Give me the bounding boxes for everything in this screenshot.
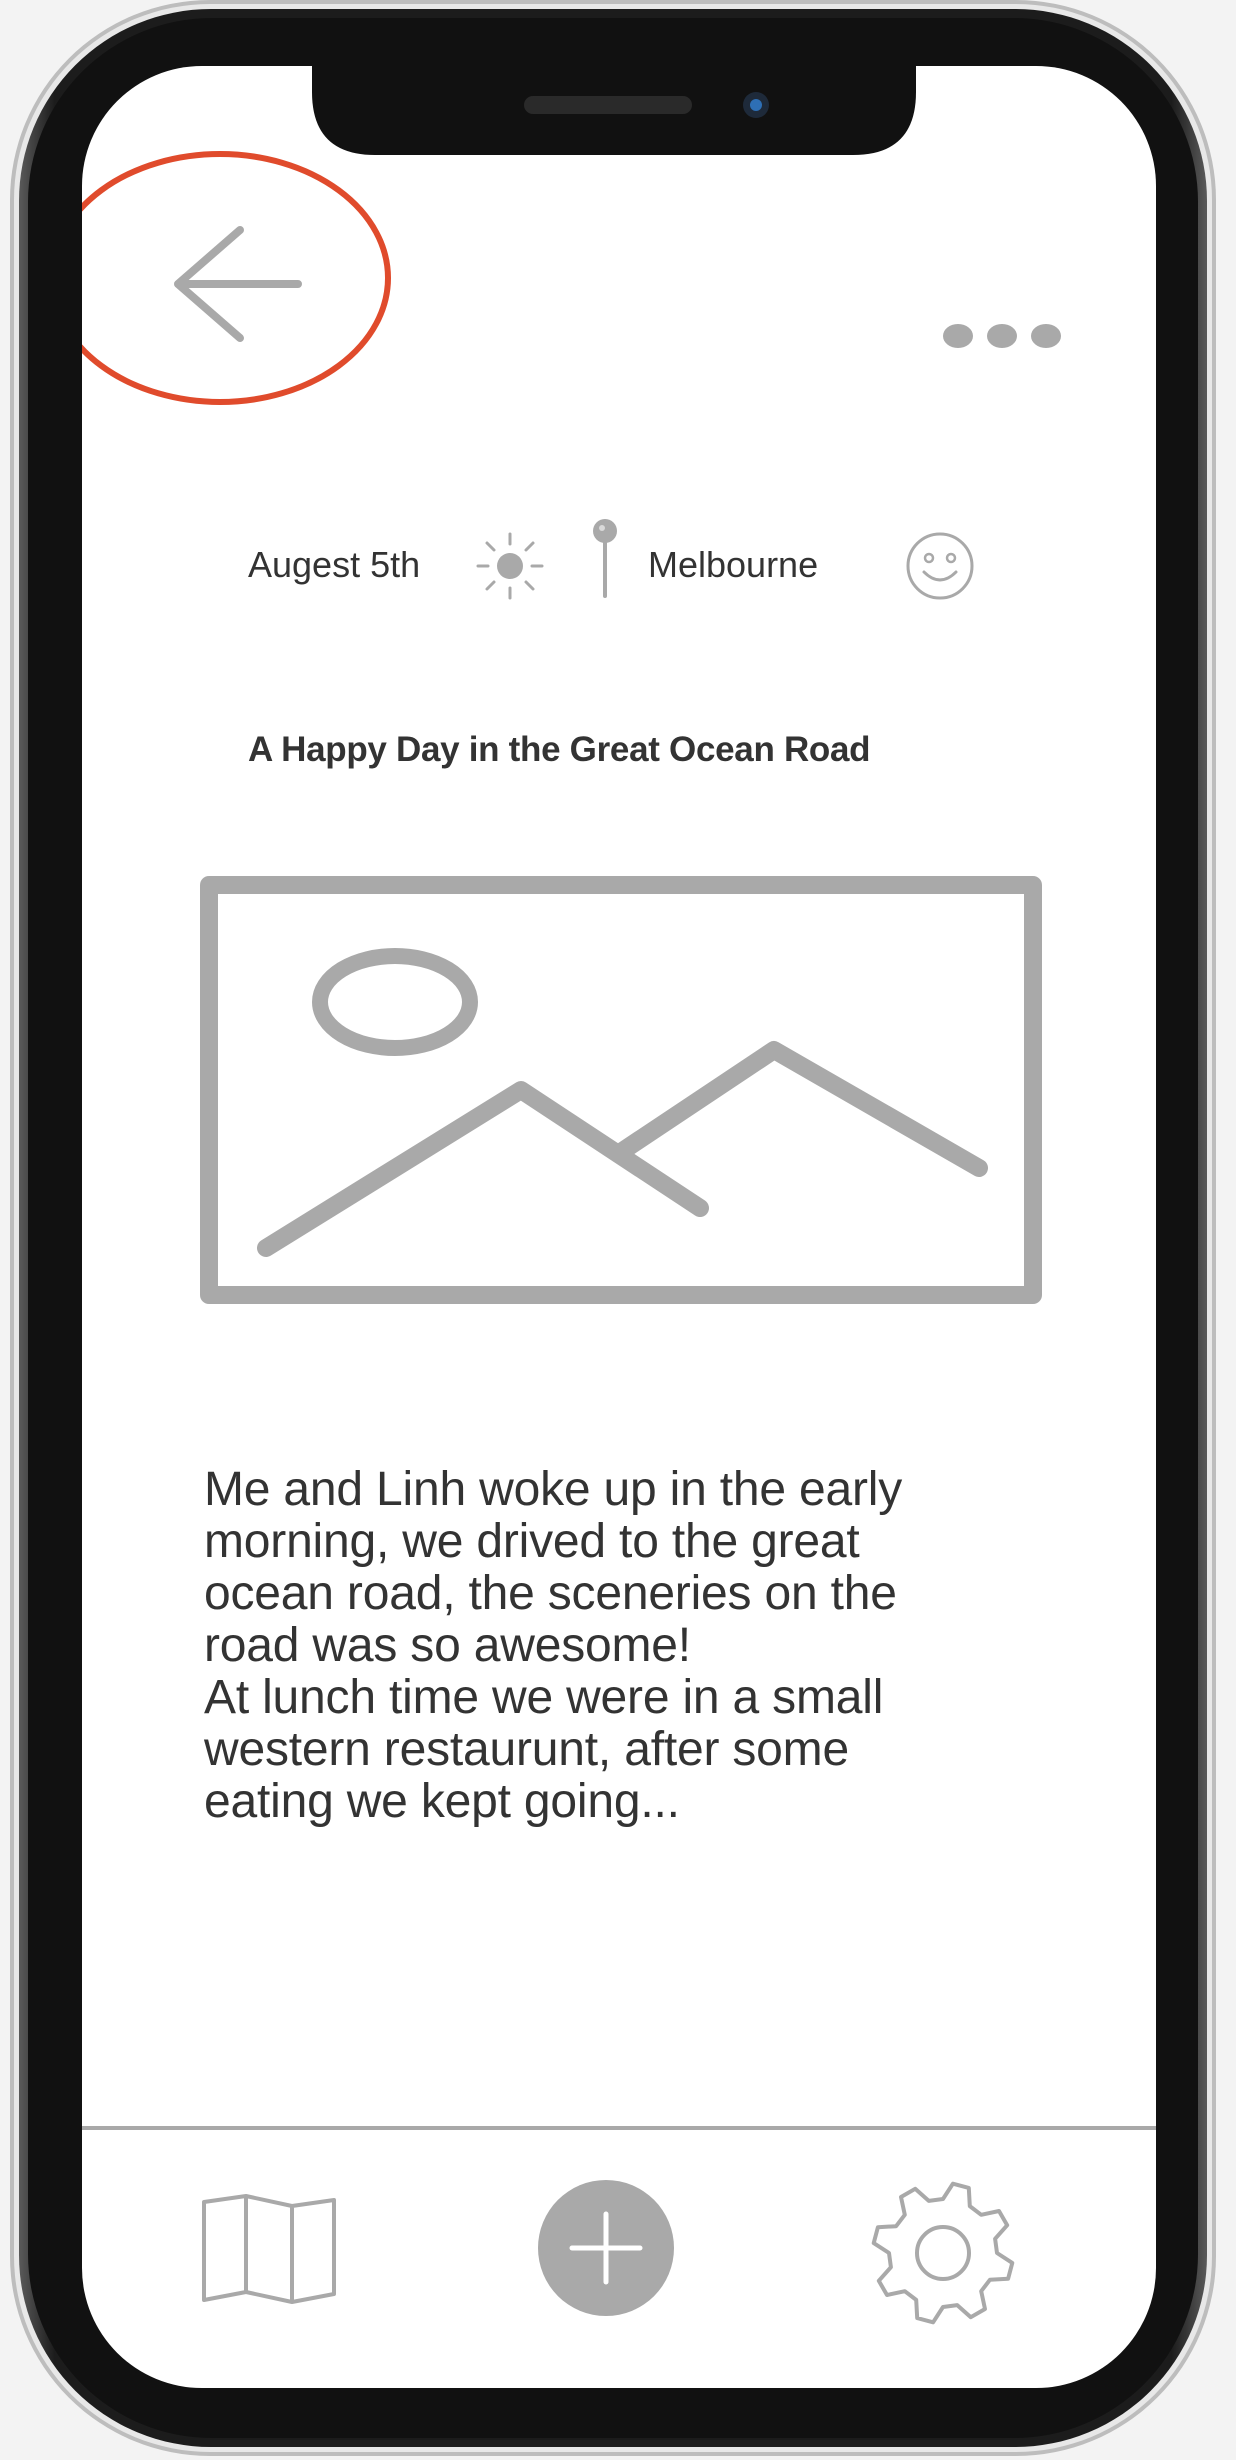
tab-map[interactable] — [200, 2194, 338, 2304]
entry-body-line: western restaurunt, after some — [204, 1723, 849, 1776]
sun-icon[interactable] — [472, 528, 548, 604]
entry-body-line: morning, we drived to the great — [204, 1515, 860, 1568]
pin-icon[interactable] — [590, 516, 620, 600]
highlight-circle — [82, 151, 391, 405]
map-icon — [202, 2194, 336, 2304]
entry-body-line: ocean road, the sceneries on the — [204, 1567, 897, 1620]
entry-meta-row: Augest 5th Melbourne — [82, 519, 1156, 606]
entry-date: Augest 5th — [248, 544, 421, 585]
tab-settings[interactable] — [870, 2180, 1016, 2326]
app-screen: Augest 5th Melbourne A Happy Day in the … — [82, 66, 1156, 2388]
image-placeholder-icon — [200, 876, 1042, 1304]
gear-icon — [871, 2181, 1015, 2325]
entry-photo[interactable] — [200, 876, 1042, 1304]
more-options-button[interactable] — [932, 316, 1072, 376]
plus-icon — [538, 2180, 674, 2316]
entry-body-line: Me and Linh woke up in the early — [204, 1463, 903, 1516]
add-entry-button[interactable] — [538, 2180, 674, 2316]
entry-body-line: At lunch time we were in a small — [204, 1671, 884, 1724]
ellipsis-icon — [943, 324, 1061, 348]
entry-body-line: road was so awesome! — [204, 1619, 691, 1672]
entry-body-line: eating we kept going... — [204, 1775, 680, 1828]
phone-device: Augest 5th Melbourne A Happy Day in the … — [10, 0, 1216, 2456]
entry-location: Melbourne — [648, 544, 819, 585]
smiley-icon[interactable] — [904, 530, 976, 602]
tab-bar-divider — [82, 2126, 1156, 2130]
entry-body: Me and Linh woke up in the early morning… — [204, 1464, 1044, 1828]
entry-title: A Happy Day in the Great Ocean Road — [248, 730, 871, 769]
